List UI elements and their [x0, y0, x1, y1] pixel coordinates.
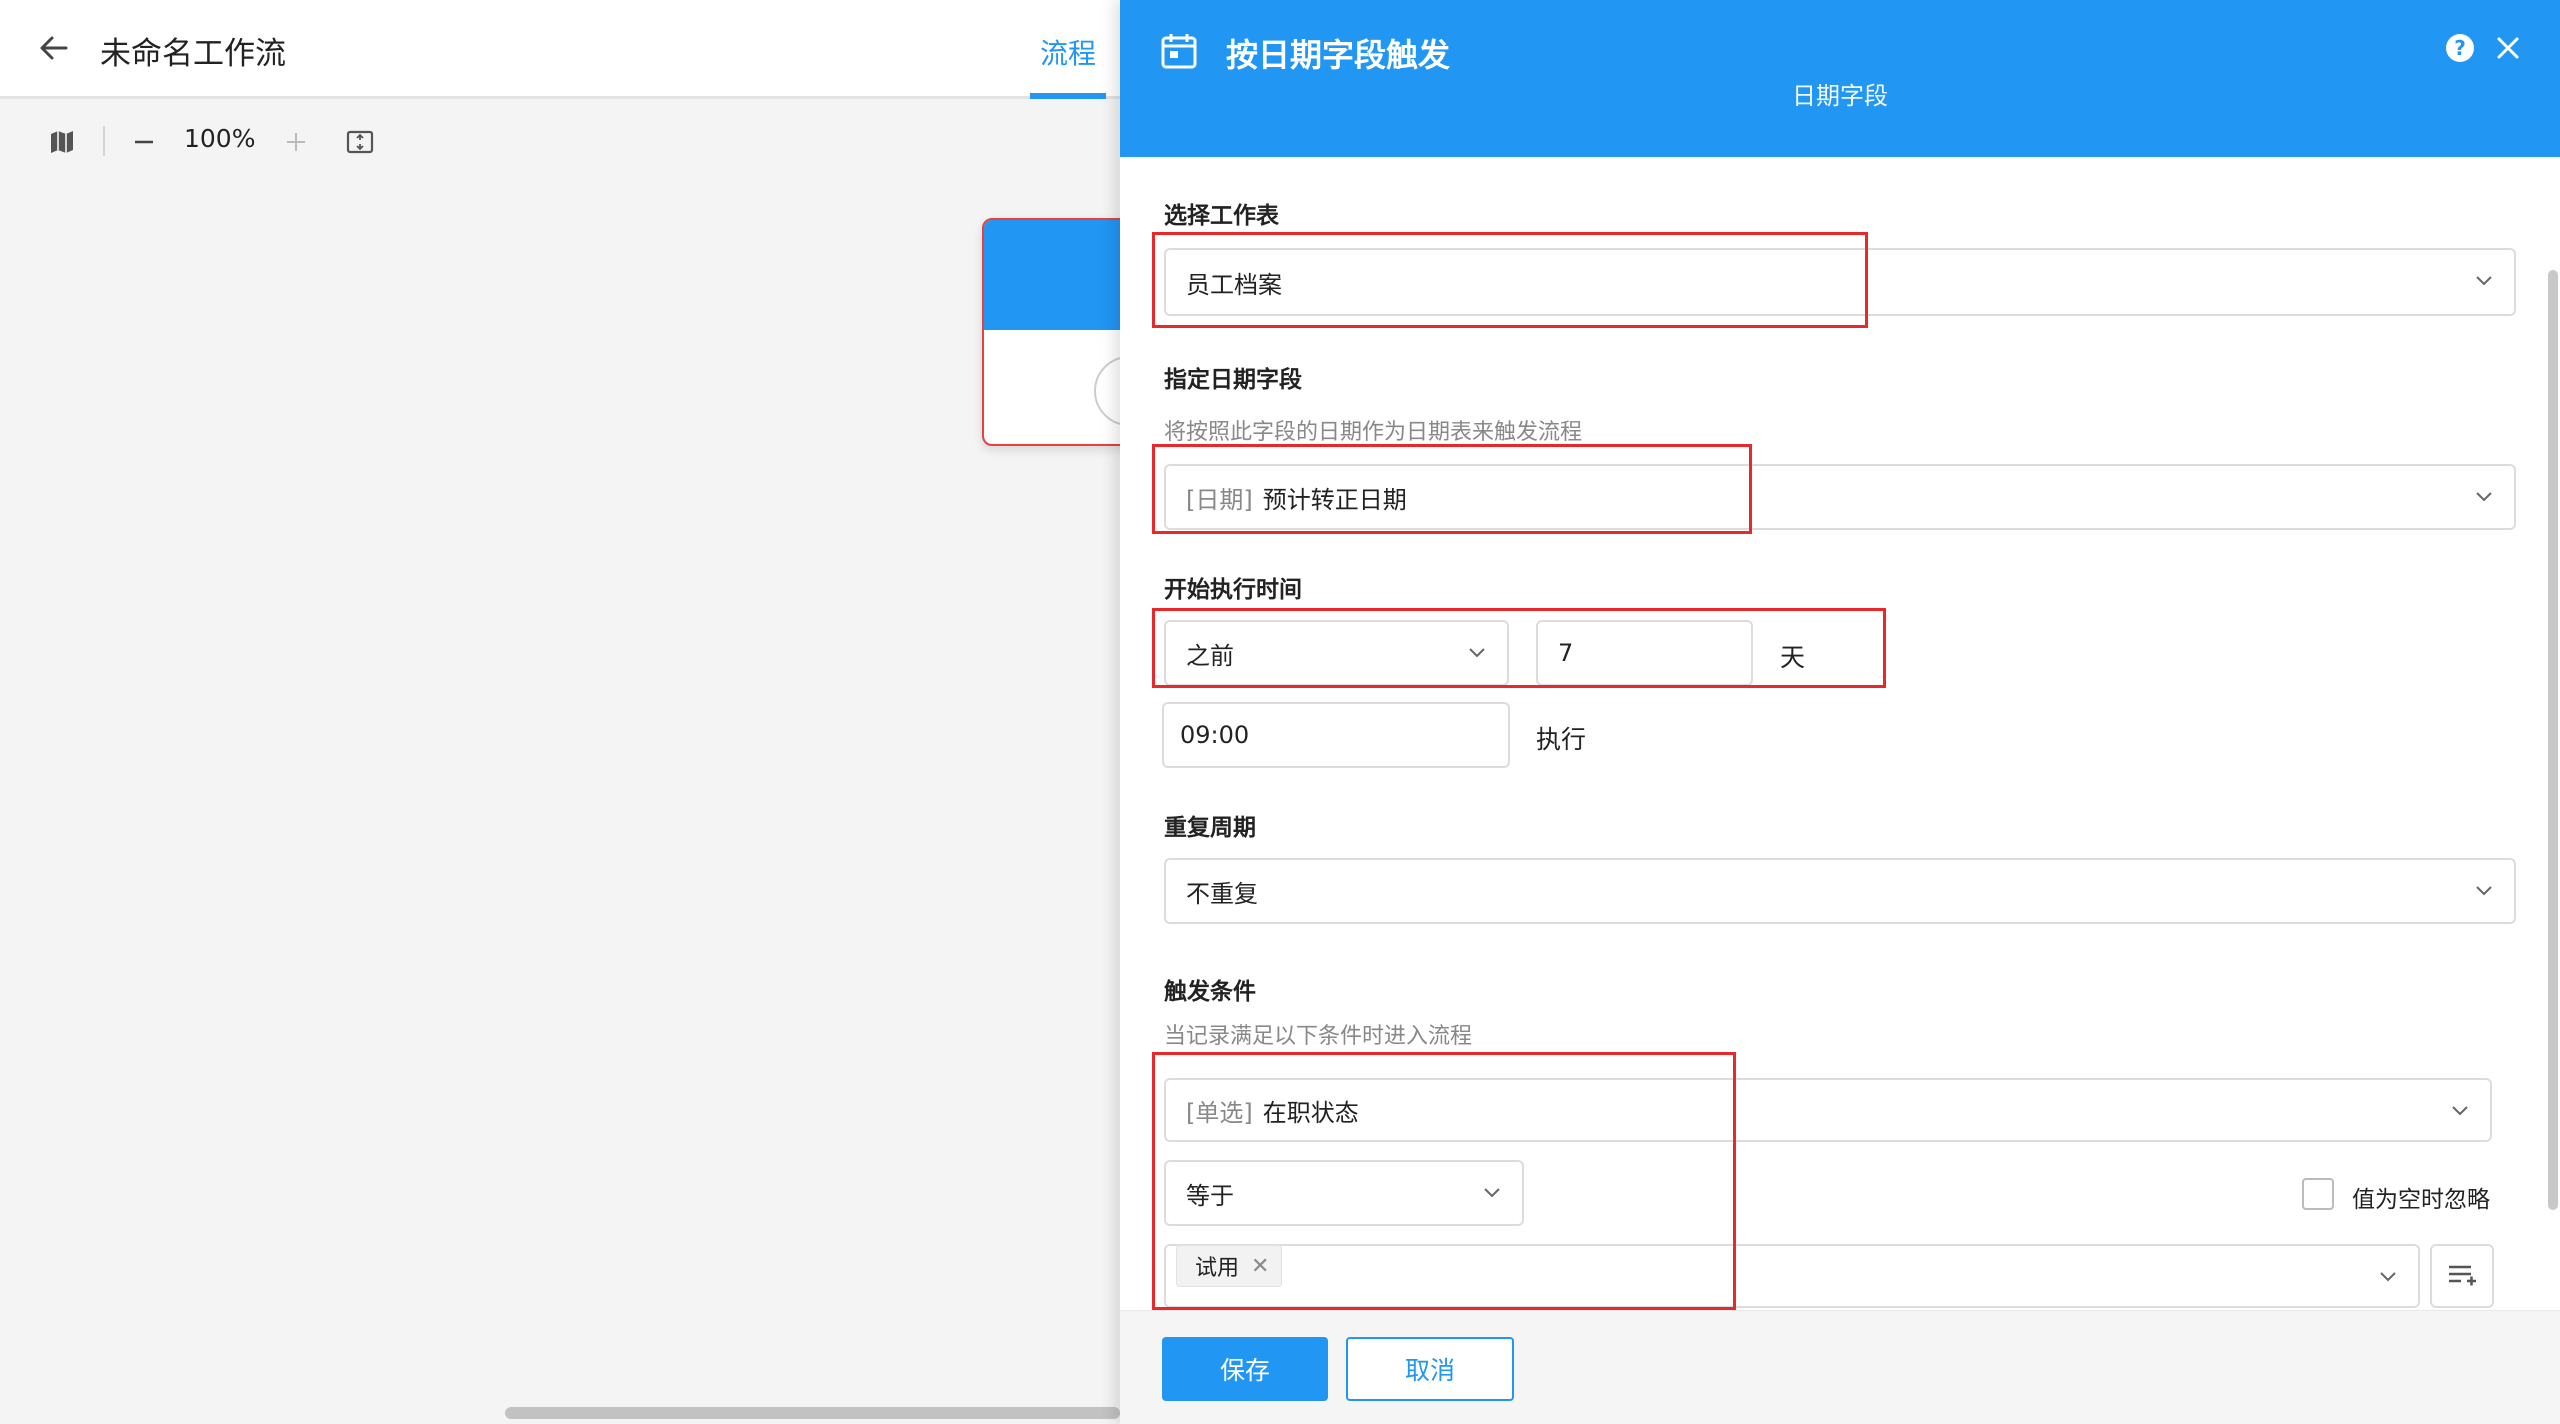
chevron-down-icon [2452, 1106, 2468, 1116]
repeat-select[interactable]: 不重复 [1164, 858, 2516, 924]
chevron-down-icon [1469, 648, 1485, 658]
panel-header: 按日期字段触发 日期字段 ? [1120, 0, 2560, 157]
zoom-out-button[interactable] [126, 122, 162, 162]
add-value-button[interactable] [2430, 1244, 2494, 1308]
close-icon [2497, 37, 2519, 59]
canvas-toolbar [0, 102, 1120, 182]
list-add-icon [2449, 1265, 2476, 1286]
condition-value-select[interactable] [1164, 1244, 2420, 1308]
chevron-down-icon [2476, 886, 2492, 896]
top-bar: 未命名工作流 流程 [0, 0, 1120, 99]
zoom-level: 100% [184, 124, 256, 153]
back-button[interactable] [36, 30, 72, 66]
panel-footer [1120, 1310, 2560, 1424]
offset-unit: 天 [1780, 643, 1806, 672]
workflow-title[interactable]: 未命名工作流 [100, 28, 286, 73]
fit-screen-icon [346, 130, 374, 154]
panel-vertical-scrollbar[interactable] [2548, 270, 2558, 1210]
save-button[interactable]: 保存 [1162, 1337, 1328, 1401]
sheet-label: 选择工作表 [1164, 203, 1279, 229]
chevron-down-icon [1484, 1188, 1500, 1198]
execute-label: 执行 [1536, 725, 1587, 754]
minus-icon [135, 140, 153, 144]
calendar-icon [1160, 32, 1198, 70]
date-field-type: [日期] [1186, 485, 1253, 514]
ignore-empty-checkbox[interactable] [2302, 1178, 2334, 1210]
start-time-label: 开始执行时间 [1164, 577, 1302, 603]
trigger-hint: 当记录满足以下条件时进入流程 [1164, 1024, 1473, 1049]
panel-subtitle: 日期字段 [1792, 82, 1888, 110]
repeat-value: 不重复 [1186, 879, 1258, 908]
chevron-down-icon [2476, 276, 2492, 286]
date-field-hint: 将按照此字段的日期作为日期表来触发流程 [1164, 420, 1583, 445]
plus-icon [287, 133, 305, 151]
relation-value: 之前 [1186, 641, 1234, 670]
sheet-select[interactable]: 员工档案 [1164, 248, 2516, 316]
trigger-label: 触发条件 [1164, 979, 1256, 1005]
cancel-button[interactable]: 取消 [1346, 1337, 1514, 1401]
time-input[interactable]: 09:00 [1162, 702, 1510, 768]
panel-title: 按日期字段触发 [1226, 36, 1451, 74]
map-icon [51, 131, 73, 153]
zoom-in-button[interactable] [278, 122, 314, 162]
help-icon[interactable]: ? [2446, 34, 2474, 62]
condition-field-select[interactable]: [单选] 在职状态 [1164, 1078, 2492, 1142]
tab-flow-label: 流程 [1039, 37, 1096, 70]
tag-label: 试用 [1195, 1256, 1240, 1281]
relation-select[interactable]: 之前 [1164, 620, 1509, 686]
minimap-button[interactable] [44, 122, 80, 162]
fit-view-button[interactable] [342, 122, 378, 162]
condition-field-value: 在职状态 [1262, 1098, 1359, 1127]
operator-value: 等于 [1186, 1181, 1234, 1210]
repeat-label: 重复周期 [1164, 815, 1256, 841]
toolbar-divider [103, 126, 105, 156]
offset-value: 7 [1558, 639, 1574, 667]
remove-tag-icon[interactable]: ✕ [1251, 1254, 1269, 1279]
offset-input[interactable]: 7 [1536, 620, 1753, 686]
canvas-horizontal-scrollbar[interactable] [505, 1407, 1120, 1419]
operator-select[interactable]: 等于 [1164, 1160, 1524, 1226]
close-button[interactable] [2490, 30, 2526, 66]
tab-active-indicator [1030, 93, 1106, 99]
condition-field-type: [单选] [1186, 1098, 1253, 1127]
sheet-value: 员工档案 [1186, 270, 1282, 299]
ignore-empty-label: 值为空时忽略 [2352, 1187, 2490, 1213]
date-field-value: 预计转正日期 [1262, 485, 1407, 514]
time-value: 09:00 [1180, 721, 1250, 749]
date-field-label: 指定日期字段 [1164, 367, 1302, 393]
value-tag: 试用 ✕ [1176, 1245, 1283, 1287]
tab-flow[interactable]: 流程 [1030, 0, 1106, 99]
date-field-select[interactable]: [日期] 预计转正日期 [1164, 464, 2516, 530]
chevron-down-icon [2380, 1272, 2396, 1282]
arrow-left-icon [40, 36, 68, 60]
chevron-down-icon [2476, 492, 2492, 502]
